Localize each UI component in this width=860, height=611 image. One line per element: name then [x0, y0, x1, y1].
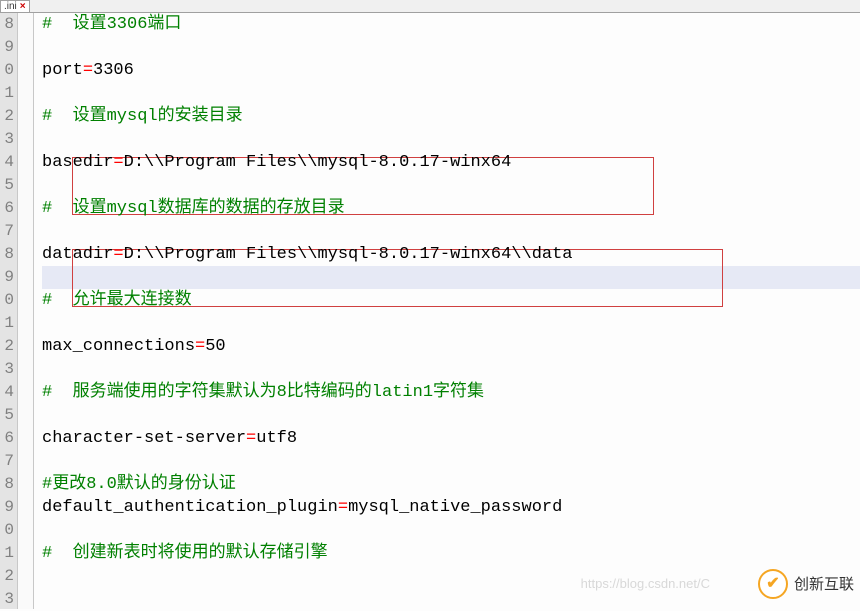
- fold-column: [18, 13, 34, 609]
- code-line[interactable]: #更改8.0默认的身份认证: [42, 473, 860, 496]
- line-number: 0: [0, 59, 14, 82]
- code-line[interactable]: # 设置mysql数据库的数据的存放目录: [42, 197, 860, 220]
- line-number: 1: [0, 82, 14, 105]
- comment-text: 设置3306端口: [52, 15, 181, 34]
- tab-bar: .ini ×: [0, 0, 860, 13]
- code-text: 50: [205, 337, 225, 356]
- line-number: 9: [0, 36, 14, 59]
- operator: =: [113, 245, 123, 264]
- comment-text: #: [42, 291, 52, 310]
- code-line[interactable]: # 服务端使用的字符集默认为8比特编码的latin1字符集: [42, 381, 860, 404]
- operator: =: [246, 429, 256, 448]
- operator: =: [83, 61, 93, 80]
- comment-text: 服务端使用的字符集默认为8比特编码的latin1字符集: [52, 383, 484, 402]
- code-line[interactable]: [42, 404, 860, 427]
- code-text: mysql_native_password: [348, 498, 562, 517]
- code-line[interactable]: [42, 312, 860, 335]
- code-line[interactable]: [42, 358, 860, 381]
- line-number: 1: [0, 542, 14, 565]
- code-text: port: [42, 61, 83, 80]
- code-line[interactable]: [42, 220, 860, 243]
- watermark-logo: ✔ 创新互联: [758, 569, 854, 599]
- line-number: 1: [0, 312, 14, 335]
- code-text: default_authentication_plugin: [42, 498, 338, 517]
- comment-text: 创建新表时将使用的默认存储引擎: [52, 544, 327, 563]
- watermark-url: https://blog.csdn.net/C: [581, 572, 710, 595]
- code-line[interactable]: # 创建新表时将使用的默认存储引擎: [42, 542, 860, 565]
- comment-text: 允许最大连接数: [52, 291, 191, 310]
- code-text: D:\\Program Files\\mysql-8.0.17-winx64\\…: [124, 245, 573, 264]
- code-line[interactable]: [42, 565, 860, 588]
- comment-text: #: [42, 544, 52, 563]
- line-number: 2: [0, 565, 14, 588]
- code-line[interactable]: [42, 450, 860, 473]
- line-number: 0: [0, 289, 14, 312]
- code-line[interactable]: port=3306: [42, 59, 860, 82]
- line-number: 7: [0, 220, 14, 243]
- code-line[interactable]: # 允许最大连接数: [42, 289, 860, 312]
- current-line-highlight: [42, 266, 860, 289]
- operator: =: [338, 498, 348, 517]
- line-number: 5: [0, 174, 14, 197]
- code-line[interactable]: max_connections=50: [42, 335, 860, 358]
- line-number-gutter: 89012345678901234567890123: [0, 13, 18, 609]
- line-number: 9: [0, 496, 14, 519]
- code-text: basedir: [42, 153, 113, 172]
- code-line[interactable]: default_authentication_plugin=mysql_nati…: [42, 496, 860, 519]
- code-line[interactable]: [42, 36, 860, 59]
- line-number: 3: [0, 358, 14, 381]
- code-line[interactable]: [42, 174, 860, 197]
- code-line[interactable]: character-set-server=utf8: [42, 427, 860, 450]
- code-line[interactable]: [42, 128, 860, 151]
- line-number: 9: [0, 266, 14, 289]
- line-number: 2: [0, 105, 14, 128]
- comment-text: #更改8.0默认的身份认证: [42, 475, 236, 494]
- line-number: 3: [0, 588, 14, 611]
- line-number: 8: [0, 13, 14, 36]
- line-number: 4: [0, 381, 14, 404]
- line-number: 8: [0, 473, 14, 496]
- code-line[interactable]: [42, 82, 860, 105]
- code-text: character-set-server: [42, 429, 246, 448]
- comment-text: #: [42, 199, 52, 218]
- file-tab[interactable]: .ini ×: [0, 0, 30, 12]
- code-line[interactable]: # 设置3306端口: [42, 13, 860, 36]
- comment-text: 设置mysql数据库的数据的存放目录: [52, 199, 344, 218]
- code-line[interactable]: [42, 266, 860, 289]
- comment-text: #: [42, 383, 52, 402]
- line-number: 7: [0, 450, 14, 473]
- line-number: 6: [0, 427, 14, 450]
- code-text: utf8: [256, 429, 297, 448]
- code-line[interactable]: [42, 519, 860, 542]
- line-number: 6: [0, 197, 14, 220]
- comment-text: #: [42, 15, 52, 34]
- line-number: 0: [0, 519, 14, 542]
- code-line[interactable]: datadir=D:\\Program Files\\mysql-8.0.17-…: [42, 243, 860, 266]
- comment-text: 设置mysql的安装目录: [52, 107, 242, 126]
- line-number: 4: [0, 151, 14, 174]
- line-number: 3: [0, 128, 14, 151]
- comment-text: #: [42, 107, 52, 126]
- watermark-icon: ✔: [758, 569, 788, 599]
- code-text: datadir: [42, 245, 113, 264]
- watermark-text: 创新互联: [794, 573, 854, 596]
- code-text: max_connections: [42, 337, 195, 356]
- line-number: 8: [0, 243, 14, 266]
- editor: 89012345678901234567890123 # 设置3306端口por…: [0, 13, 860, 609]
- operator: =: [195, 337, 205, 356]
- line-number: 5: [0, 404, 14, 427]
- operator: =: [113, 153, 123, 172]
- code-text: 3306: [93, 61, 134, 80]
- code-line[interactable]: basedir=D:\\Program Files\\mysql-8.0.17-…: [42, 151, 860, 174]
- code-area[interactable]: # 设置3306端口port=3306# 设置mysql的安装目录basedir…: [34, 13, 860, 609]
- code-text: D:\\Program Files\\mysql-8.0.17-winx64: [124, 153, 512, 172]
- code-line[interactable]: # 设置mysql的安装目录: [42, 105, 860, 128]
- line-number: 2: [0, 335, 14, 358]
